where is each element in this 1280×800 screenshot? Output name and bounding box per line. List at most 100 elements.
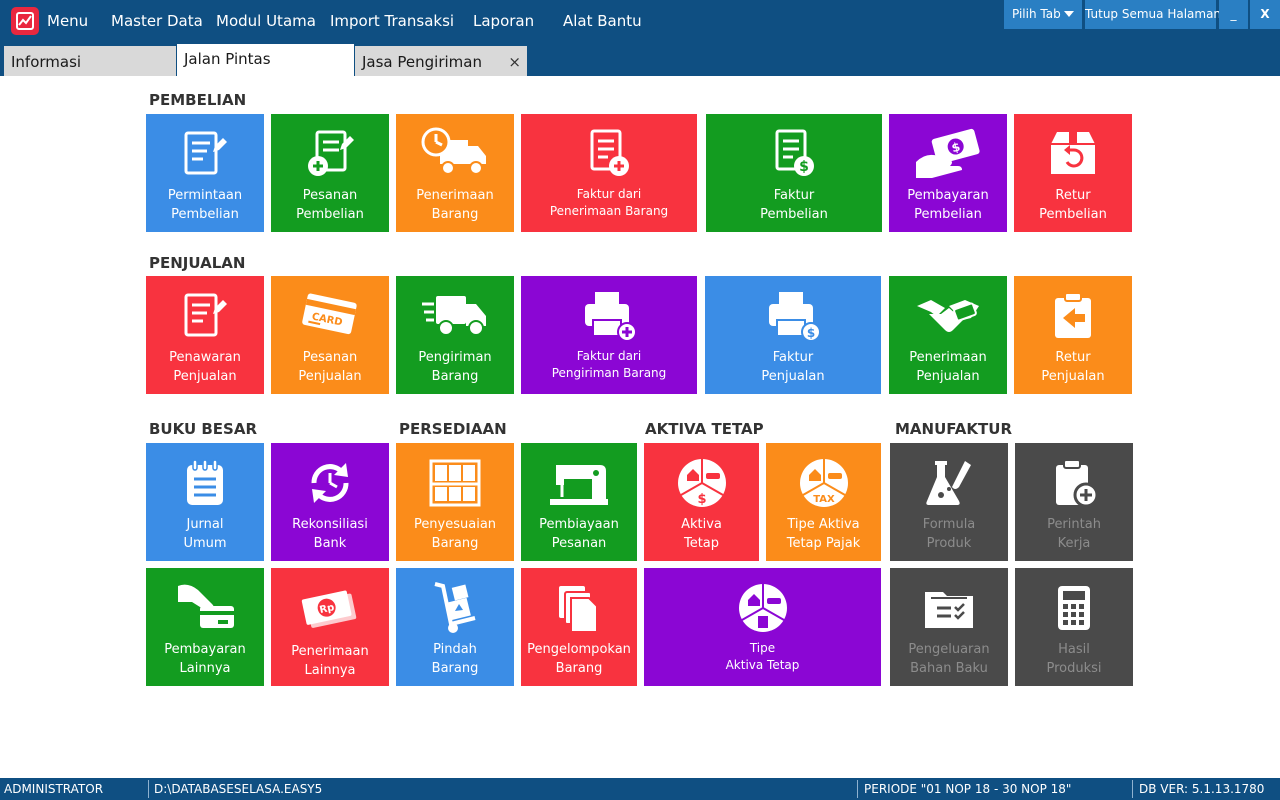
tile-faktur-penerimaan-barang[interactable]: Faktur dari Penerimaan Barang — [521, 114, 697, 232]
tile-label-line2: Lainnya — [179, 661, 231, 676]
tile-pembiayaan-pesanan[interactable]: Pembiayaan Pesanan — [521, 443, 637, 561]
credit-card-icon: CARD — [302, 293, 357, 335]
tile-label-line1: Faktur dari — [576, 349, 642, 363]
tile-label-line2: Penjualan — [298, 369, 362, 384]
tile-label-line2: Tetap — [683, 536, 720, 551]
tile-label-line2: Barang — [555, 661, 603, 676]
pilih-tab-label: Pilih Tab — [1012, 7, 1061, 21]
tile-label-line2: Penjualan — [1041, 369, 1105, 384]
tab-close-icon[interactable]: × — [508, 46, 521, 79]
tile-faktur-penjualan[interactable]: $ Faktur Penjualan — [705, 276, 881, 394]
tile-label-line2: Pembelian — [296, 207, 364, 222]
calculator-icon — [1058, 586, 1090, 630]
tile-label-line2: Pembelian — [171, 207, 239, 222]
menu-master-data[interactable]: Master Data — [111, 0, 203, 42]
warehouse-shelf-icon — [429, 459, 481, 507]
box-return-icon — [1051, 132, 1095, 174]
tile-penawaran-penjualan[interactable]: Penawaran Penjualan — [146, 276, 264, 394]
tile-label-line1: Rekonsiliasi — [292, 517, 368, 532]
tile-label-line1: Faktur — [772, 350, 814, 365]
tile-faktur-pengiriman-barang[interactable]: Faktur dari Pengiriman Barang — [521, 276, 697, 394]
tab-informasi[interactable]: Informasi — [4, 46, 176, 76]
tile-label-line1: Penerimaan — [291, 644, 369, 659]
section-title-persediaan: PERSEDIAAN — [399, 420, 507, 438]
tile-pengeluaran-bahan-baku[interactable]: Pengeluaran Bahan Baku — [890, 568, 1008, 686]
tab-jasa-pengiriman[interactable]: Jasa Pengiriman × — [355, 46, 527, 76]
tile-pengelompokan-barang[interactable]: Pengelompokan Barang — [521, 568, 637, 686]
top-menu-bar: Menu Master Data Modul Utama Import Tran… — [0, 0, 1280, 42]
notepad-icon — [187, 459, 223, 505]
menu-button[interactable]: Menu — [47, 0, 88, 42]
tile-label-line1: Faktur — [773, 188, 815, 203]
tile-label-line1: Tipe Aktiva — [787, 517, 860, 532]
pilih-tab-dropdown[interactable]: Pilih Tab — [1004, 0, 1082, 29]
tile-label-line2: Produksi — [1046, 661, 1102, 676]
tile-label-line2: Bahan Baku — [910, 661, 988, 676]
tutup-semua-button[interactable]: Tutup Semua Halaman — [1085, 0, 1221, 29]
tile-penerimaan-lainnya[interactable]: Rp Penerimaan Lainnya — [271, 568, 389, 686]
asset-dollar-icon: $ — [677, 459, 726, 507]
status-db-path: D:\DATABASESELASA.EASY5 — [154, 782, 323, 796]
app-logo-icon[interactable] — [11, 7, 39, 35]
sync-clock-icon — [311, 463, 349, 503]
menu-laporan[interactable]: Laporan — [473, 0, 534, 42]
tile-label-line1: Faktur dari — [576, 187, 642, 201]
tile-perintah-kerja[interactable]: Perintah Kerja — [1015, 443, 1133, 561]
tile-label-line2: Pembelian — [914, 207, 982, 222]
tile-label-line1: Tipe — [749, 641, 776, 655]
section-title-aktiva-tetap: AKTIVA TETAP — [645, 420, 764, 438]
tab-strip: Informasi Jalan Pintas Jasa Pengiriman × — [0, 42, 1280, 76]
hand-truck-icon — [434, 582, 476, 633]
tile-pengiriman-barang[interactable]: Pengiriman Barang — [396, 276, 514, 394]
tile-tipe-aktiva-tetap[interactable]: Tipe Aktiva Tetap — [644, 568, 881, 686]
menu-alat-bantu[interactable]: Alat Bantu — [563, 0, 642, 42]
tile-retur-penjualan[interactable]: Retur Penjualan — [1014, 276, 1132, 394]
tile-retur-pembelian[interactable]: Retur Pembelian — [1014, 114, 1132, 232]
tile-label-line2: Penjualan — [916, 369, 980, 384]
tile-label-line1: Perintah — [1047, 517, 1101, 532]
tile-penyesuaian-barang[interactable]: Penyesuaian Barang — [396, 443, 514, 561]
tile-rekonsiliasi-bank[interactable]: Rekonsiliasi Bank — [271, 443, 389, 561]
tile-pesanan-pembelian[interactable]: Pesanan Pembelian — [271, 114, 389, 232]
tile-aktiva-tetap[interactable]: $ Aktiva Tetap — [644, 443, 759, 561]
tile-permintaan-pembelian[interactable]: Permintaan Pembelian — [146, 114, 264, 232]
tile-label-line1: Pengiriman — [418, 350, 492, 365]
tile-label-line2: Pesanan — [551, 536, 607, 551]
section-title-pembelian: PEMBELIAN — [149, 91, 247, 109]
status-periode: PERIODE "01 NOP 18 - 30 NOP 18" — [864, 782, 1072, 796]
tile-label-line1: Pesanan — [302, 350, 358, 365]
tile-tipe-aktiva-tetap-pajak[interactable]: TAX Tipe Aktiva Tetap Pajak — [766, 443, 881, 561]
tile-formula-produk[interactable]: Formula Produk — [890, 443, 1008, 561]
tile-pembayaran-lainnya[interactable]: Pembayaran Lainnya — [146, 568, 264, 686]
tile-pindah-barang[interactable]: Pindah Barang — [396, 568, 514, 686]
chevron-down-icon — [1064, 11, 1074, 17]
tile-penerimaan-penjualan[interactable]: Penerimaan Penjualan — [889, 276, 1007, 394]
tile-label-line1: Pesanan — [302, 188, 358, 203]
close-button[interactable]: X — [1250, 0, 1280, 29]
tile-jurnal-umum[interactable]: Jurnal Umum — [146, 443, 264, 561]
minimize-button[interactable]: _ — [1219, 0, 1248, 29]
tile-pesanan-penjualan[interactable]: CARD Pesanan Penjualan — [271, 276, 389, 394]
tile-label-line2: Penerimaan Barang — [549, 204, 669, 218]
tile-penerimaan-barang[interactable]: Penerimaan Barang — [396, 114, 514, 232]
tile-label-line2: Pembelian — [1039, 207, 1107, 222]
tile-pembayaran-pembelian[interactable]: $ Pembayaran Pembelian — [889, 114, 1007, 232]
tile-label-line2: Lainnya — [304, 663, 356, 678]
handshake-money-icon — [917, 300, 979, 332]
menu-modul-utama[interactable]: Modul Utama — [216, 0, 316, 42]
banknote-rp-icon: Rp — [301, 590, 357, 628]
hand-card-icon — [178, 584, 234, 628]
tile-label-line1: Pengelompokan — [527, 642, 631, 657]
stacked-files-icon — [559, 586, 598, 633]
hand-money-icon: $ — [916, 128, 980, 178]
menu-import-transaksi[interactable]: Import Transaksi — [330, 0, 454, 42]
tile-label-line1: Pembayaran — [164, 642, 246, 657]
tile-label-line1: Permintaan — [167, 188, 243, 203]
tile-faktur-pembelian[interactable]: $ Faktur Pembelian — [706, 114, 882, 232]
tile-label-line2: Umum — [183, 536, 227, 551]
tab-jalan-pintas[interactable]: Jalan Pintas — [177, 44, 354, 76]
printer-dollar-icon: $ — [769, 292, 821, 342]
tab-label: Jalan Pintas — [184, 50, 271, 68]
tile-label-line1: Aktiva — [681, 517, 722, 532]
tile-hasil-produksi[interactable]: Hasil Produksi — [1015, 568, 1133, 686]
